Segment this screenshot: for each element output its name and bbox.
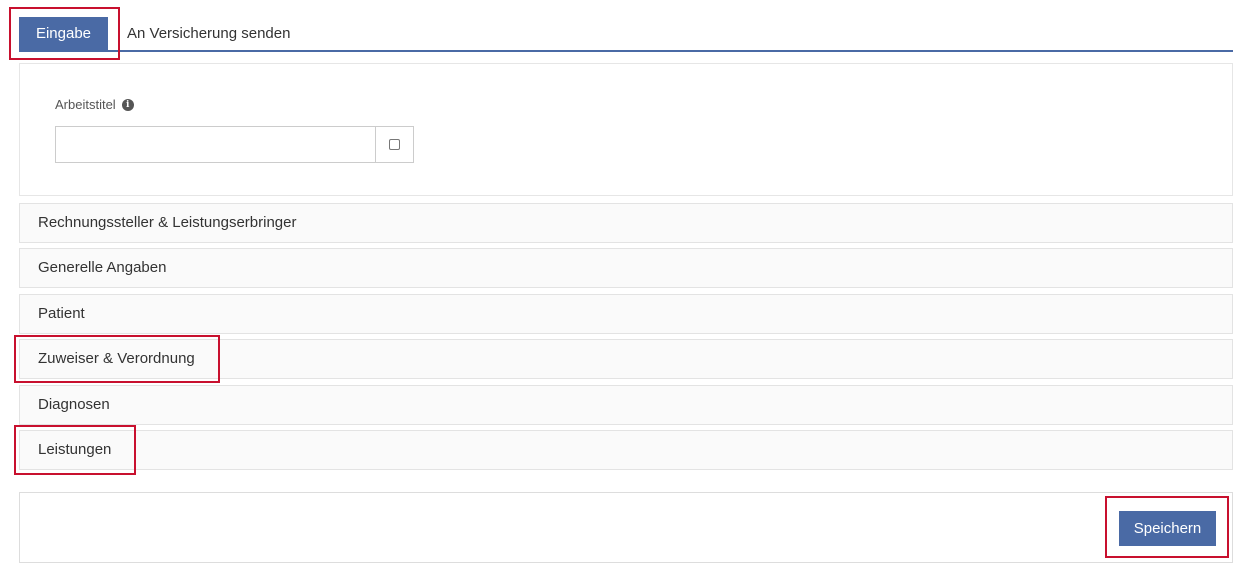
checkbox-icon[interactable] xyxy=(389,139,400,150)
info-circle-icon[interactable]: i xyxy=(121,98,134,111)
arbeitstitel-label-group: Arbeitstitel i xyxy=(55,97,134,112)
arbeitstitel-panel: Arbeitstitel i xyxy=(19,63,1233,196)
tab-bar: Eingabe An Versicherung senden xyxy=(19,17,1233,52)
section-zuweiser-verordnung[interactable]: Zuweiser & Verordnung xyxy=(19,339,1233,379)
section-patient[interactable]: Patient xyxy=(19,294,1233,334)
arbeitstitel-input[interactable] xyxy=(56,127,375,162)
tab-eingabe[interactable]: Eingabe xyxy=(19,17,108,50)
checkbox-addon xyxy=(375,127,413,162)
section-leistungen[interactable]: Leistungen xyxy=(19,430,1233,470)
tab-an-versicherung-senden[interactable]: An Versicherung senden xyxy=(127,17,290,50)
section-diagnosen[interactable]: Diagnosen xyxy=(19,385,1233,425)
section-generelle-angaben[interactable]: Generelle Angaben xyxy=(19,248,1233,288)
footer-panel: Speichern xyxy=(19,492,1233,563)
save-button[interactable]: Speichern xyxy=(1119,511,1216,546)
arbeitstitel-label: Arbeitstitel xyxy=(55,97,116,112)
arbeitstitel-input-group xyxy=(55,126,414,163)
section-rechnungssteller[interactable]: Rechnungssteller & Leistungserbringer xyxy=(19,203,1233,243)
